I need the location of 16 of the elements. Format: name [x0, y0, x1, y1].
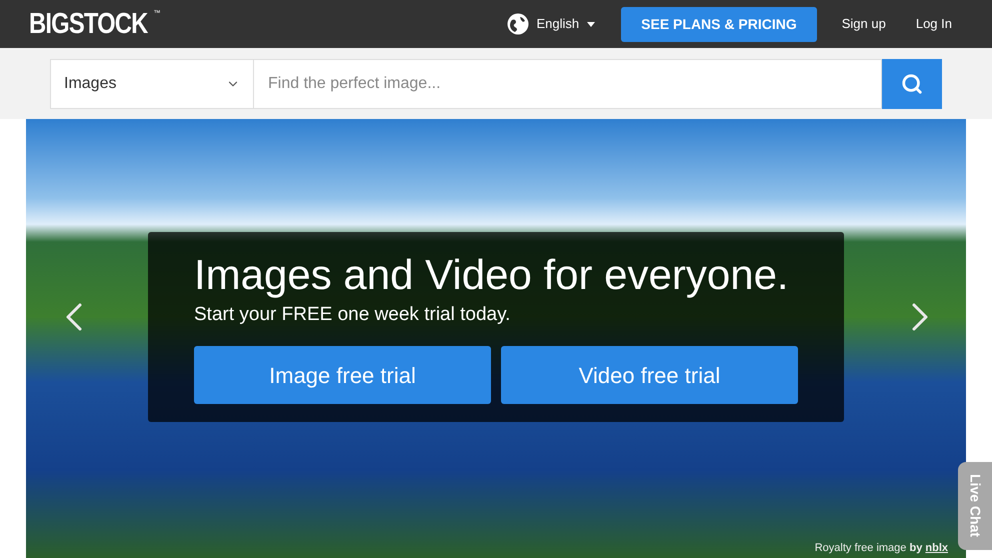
header-link[interactable]: Log In [916, 14, 952, 34]
category-dropdown[interactable]: Images [50, 58, 254, 108]
caret-icon [587, 22, 596, 26]
free-trial-button[interactable]: Image free trial [194, 346, 491, 404]
search-icon [901, 72, 923, 94]
hero-title: Images and Video for everyone. [194, 250, 790, 300]
photo-credit: Royalty free image by nblx [814, 540, 948, 556]
globe-icon [506, 13, 529, 35]
search-field[interactable]: Find the perfect image... [254, 58, 882, 108]
plans-pricing-button[interactable]: SEE PLANS & PRICING [621, 6, 817, 42]
free-trial-button[interactable]: Video free trial [501, 346, 798, 404]
hero-subtitle: Start your FREE one week trial today. [194, 303, 512, 327]
language-selector[interactable]: English [506, 13, 596, 35]
header-link[interactable]: Sign up [842, 14, 886, 34]
search-button[interactable] [882, 58, 942, 108]
author-link[interactable]: nblx [925, 542, 948, 554]
